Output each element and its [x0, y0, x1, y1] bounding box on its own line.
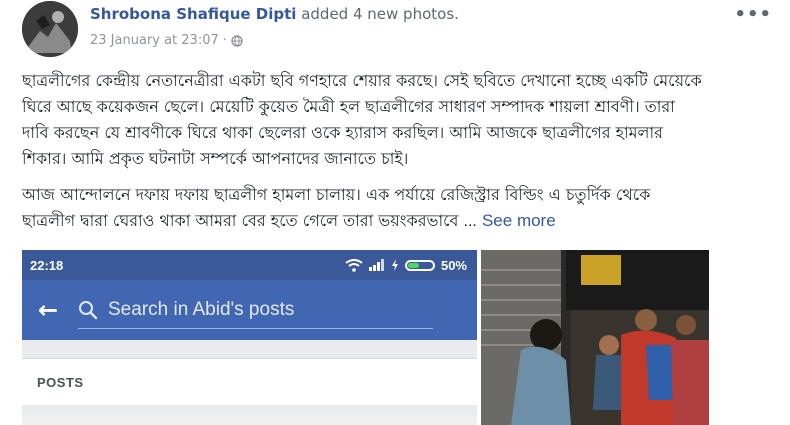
- see-more-link[interactable]: See more: [482, 211, 556, 230]
- post-body: ছাত্রলীগের কেন্দ্রীয় নেতানেত্রীরা একটা …: [22, 68, 702, 245]
- author-name[interactable]: Shrobona Shafique Dipti: [90, 5, 296, 23]
- search-field[interactable]: Search in Abid's posts: [78, 292, 433, 329]
- battery-percent: 50%: [440, 257, 467, 273]
- battery-icon: [404, 259, 435, 271]
- divider-strip-bottom: [22, 405, 477, 415]
- wifi-icon: [345, 258, 363, 272]
- phone-status-bar: 22:18 50%: [22, 250, 477, 280]
- charging-icon: [391, 259, 398, 271]
- divider-strip: [22, 340, 477, 359]
- photo-crowd[interactable]: [481, 250, 709, 425]
- post-header: Shrobona Shafique Dipti added 4 new phot…: [22, 0, 782, 60]
- post-action-text: added 4 new photos.: [301, 5, 459, 23]
- more-options-button[interactable]: •••: [734, 4, 772, 25]
- signal-icon: [368, 259, 384, 271]
- status-icons: 50%: [345, 258, 467, 273]
- avatar[interactable]: [22, 1, 78, 57]
- photo-screenshot[interactable]: 22:18 50% ← Search in Abid's posts POSTS: [22, 250, 477, 425]
- back-arrow-icon[interactable]: ←: [38, 296, 78, 324]
- meta-separator: ·: [222, 33, 227, 48]
- search-icon: [79, 300, 98, 319]
- battery-fill: [407, 262, 419, 268]
- posts-section-label: POSTS: [22, 359, 477, 405]
- post-meta: 23 January at 23:07 ·: [90, 33, 243, 48]
- post-paragraph-2: আজ আন্দোলনে দফায় দফায় ছাত্রলীগ হামলা চ…: [22, 182, 702, 235]
- globe-icon[interactable]: [231, 34, 243, 47]
- ellipsis: ...: [463, 213, 477, 230]
- post-timestamp[interactable]: 23 January at 23:07: [90, 33, 219, 48]
- author-line: Shrobona Shafique Dipti added 4 new phot…: [90, 5, 459, 23]
- search-placeholder: Search in Abid's posts: [108, 298, 295, 320]
- status-time: 22:18: [30, 257, 64, 273]
- post-paragraph-1: ছাত্রলীগের কেন্দ্রীয় নেতানেত্রীরা একটা …: [22, 71, 702, 168]
- post-paragraph-2-text: আজ আন্দোলনে দফায় দফায় ছাত্রলীগ হামলা চ…: [22, 185, 651, 230]
- app-search-bar: ← Search in Abid's posts: [22, 280, 477, 340]
- crowd-photo-image: [481, 250, 709, 425]
